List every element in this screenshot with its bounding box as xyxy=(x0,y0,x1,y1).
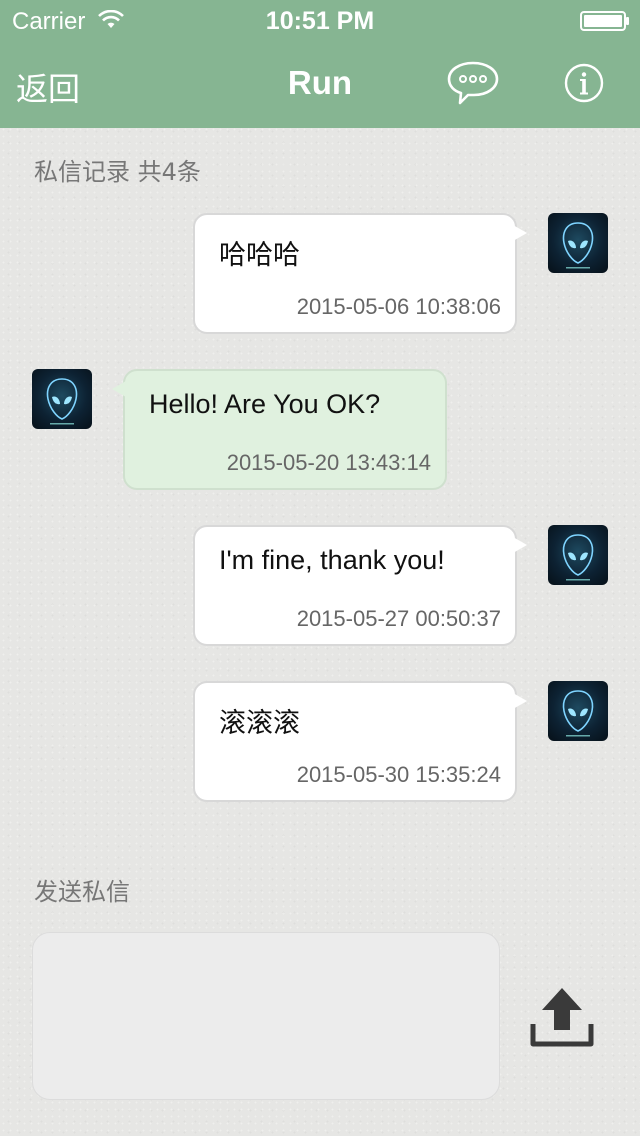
message-timestamp: 2015-05-20 13:43:14 xyxy=(226,450,431,475)
upload-icon[interactable] xyxy=(530,986,594,1048)
navigation-bar: Carrier 10:51 PM 返回 Run xyxy=(0,0,640,128)
message-text: Hello! Are You OK? xyxy=(149,389,381,419)
history-label: 私信记录 共4条 xyxy=(34,158,201,186)
alien-avatar-icon xyxy=(562,222,594,269)
message-text: I'm fine, thank you! xyxy=(219,545,445,575)
message-timestamp: 2015-05-27 00:50:37 xyxy=(296,606,501,631)
avatar[interactable] xyxy=(32,369,92,429)
back-button[interactable]: 返回 xyxy=(16,64,80,110)
alien-avatar-icon xyxy=(46,378,78,425)
message-timestamp: 2015-05-06 10:38:06 xyxy=(296,294,501,319)
status-time: 10:51 PM xyxy=(265,7,375,35)
message-text: 滚滚滚 xyxy=(219,708,300,738)
message-bubble: I'm fine, thank you! 2015-05-27 00:50:37 xyxy=(193,525,527,646)
message-input[interactable] xyxy=(32,932,500,1100)
message-bubble: 滚滚滚 2015-05-30 15:35:24 xyxy=(193,681,527,802)
status-bar: Carrier 10:51 PM xyxy=(0,0,640,40)
avatar[interactable] xyxy=(548,525,608,585)
avatar[interactable] xyxy=(548,681,608,741)
message-text: 哈哈哈 xyxy=(219,240,300,270)
message-bubble: 哈哈哈 2015-05-06 10:38:06 xyxy=(193,213,527,334)
alien-avatar-icon xyxy=(562,534,594,581)
battery-icon xyxy=(580,11,629,31)
message-bubble: Hello! Are You OK? 2015-05-20 13:43:14 xyxy=(112,369,447,490)
info-icon[interactable] xyxy=(564,63,604,103)
avatar[interactable] xyxy=(548,213,608,273)
alien-avatar-icon xyxy=(562,690,594,737)
message-timestamp: 2015-05-30 15:35:24 xyxy=(296,762,501,787)
chat-bubble-icon[interactable] xyxy=(446,60,500,106)
page-title: Run xyxy=(287,64,353,101)
compose-label: 发送私信 xyxy=(34,878,130,906)
